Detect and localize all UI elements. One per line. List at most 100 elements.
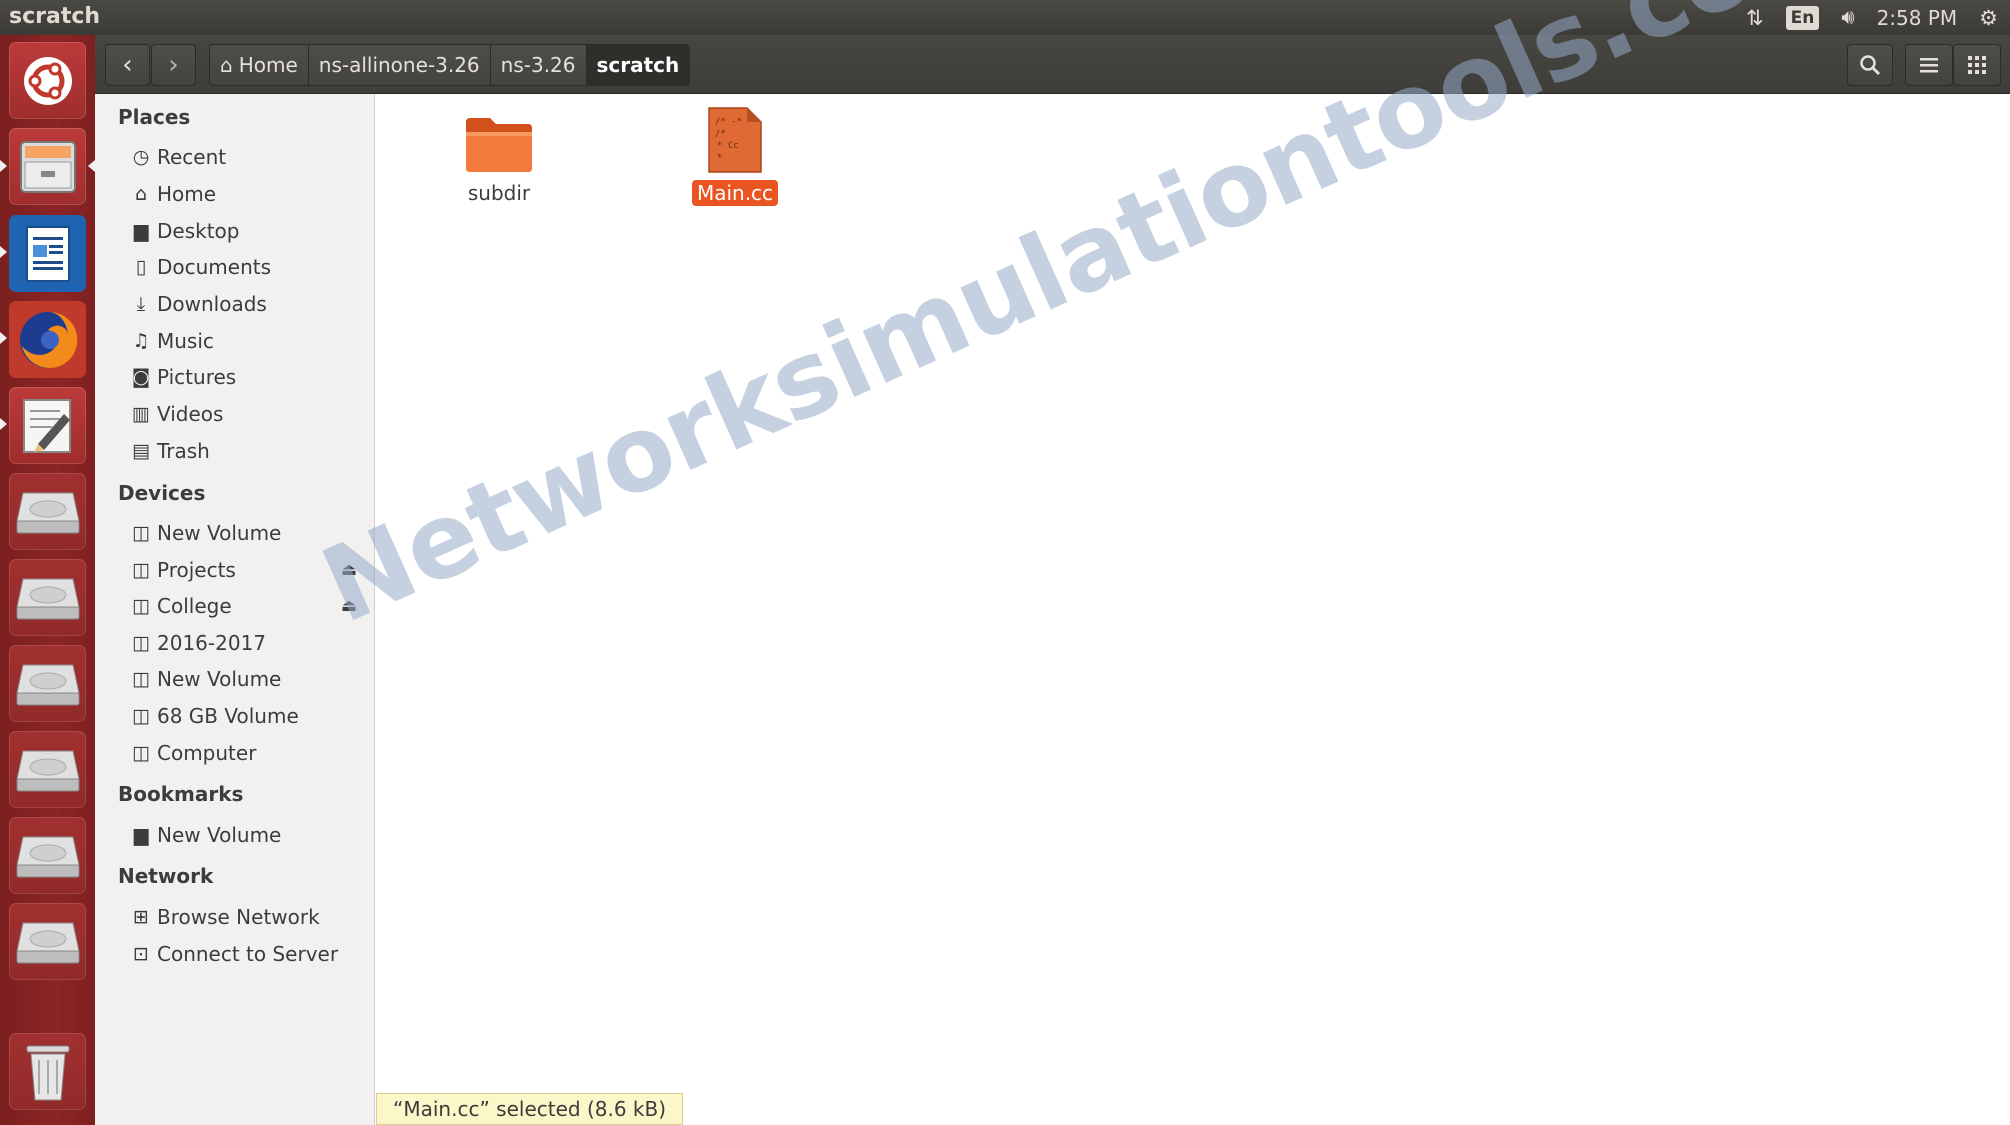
sidebar-item-label: Computer [157, 741, 257, 765]
hard-drive-icon [15, 578, 80, 619]
sidebar-item-68gb-volume[interactable]: ◫ 68 GB Volume [129, 699, 369, 733]
hard-drive-icon [15, 836, 80, 877]
launcher-files[interactable] [9, 128, 86, 205]
sidebar-item-trash[interactable]: ▤ Trash [129, 434, 369, 468]
sidebar-item-label: Desktop [157, 219, 240, 243]
breadcrumb: ⌂ Home ns-allinone-3.26 ns-3.26 scratch [209, 44, 691, 86]
back-button[interactable]: ‹ [105, 44, 150, 86]
sidebar-item-label: Pictures [157, 365, 237, 389]
sidebar-item-label: New Volume [157, 667, 282, 691]
launcher-drive-5[interactable] [9, 817, 86, 894]
sidebar-item-projects[interactable]: ◫ Projects ⏏ [129, 553, 369, 587]
file-item-main-cc[interactable]: /* -* /* * Cc * Main.cc [675, 106, 795, 206]
sidebar-item-bookmark-new-volume[interactable]: ▆ New Volume [129, 818, 369, 852]
sidebar-item-pictures[interactable]: ◙ Pictures [129, 360, 369, 394]
svg-text:/*: /* [715, 129, 726, 139]
eject-icon[interactable]: ⏏ [341, 596, 357, 616]
sidebar-item-college[interactable]: ◫ College ⏏ [129, 589, 369, 623]
ubuntu-logo-icon [23, 56, 72, 105]
launcher-drive-4[interactable] [9, 731, 86, 808]
sidebar-item-documents[interactable]: ▯ Documents [129, 250, 369, 284]
sidebar-item-2016-2017[interactable]: ◫ 2016-2017 [129, 626, 369, 660]
launcher-drive-2[interactable] [9, 559, 86, 636]
sidebar-item-label: College [157, 594, 232, 618]
file-name: Main.cc [691, 180, 779, 206]
sidebar-item-connect-to-server[interactable]: ⊡ Connect to Server [129, 937, 369, 971]
drive-icon: ◫ [132, 522, 150, 544]
sidebar-item-new-volume[interactable]: ◫ New Volume [129, 516, 369, 550]
breadcrumb-ns-3-26[interactable]: ns-3.26 [490, 45, 587, 85]
sidebar-item-browse-network[interactable]: ⊞ Browse Network [129, 900, 369, 934]
launcher-ubuntu-dash[interactable] [9, 42, 86, 119]
top-panel: scratch ⇅ En 🔊︎ 2:58 PM ⚙ [0, 0, 2010, 35]
sidebar-item-computer[interactable]: ◫ Computer [129, 736, 369, 770]
section-title-places: Places [118, 105, 191, 129]
sidebar-item-desktop[interactable]: ▆ Desktop [129, 214, 369, 248]
launcher [0, 35, 95, 1125]
clock-icon: ◷ [132, 146, 150, 168]
launcher-drive-6[interactable] [9, 903, 86, 980]
sidebar-item-downloads[interactable]: ⤓ Downloads [129, 287, 369, 321]
sidebar-item-label: New Volume [157, 521, 282, 545]
places-sidebar: Places ◷ Recent ⌂ Home ▆ Desktop ▯ Documents… [95, 94, 375, 1125]
clock[interactable]: 2:58 PM [1877, 0, 1958, 35]
settings-gear-icon[interactable]: ⚙ [1979, 0, 1998, 35]
chevron-left-icon: ‹ [122, 50, 133, 80]
sidebar-item-label: Home [157, 182, 217, 206]
document-icon: ▯ [135, 256, 147, 278]
section-title-network: Network [118, 864, 214, 888]
drive-icon: ◫ [132, 742, 150, 764]
hard-drive-icon [15, 922, 80, 963]
film-icon: ▥ [132, 403, 150, 425]
launcher-drive-1[interactable] [9, 473, 86, 550]
music-note-icon: ♫ [132, 330, 150, 352]
sidebar-item-label: 2016-2017 [157, 631, 267, 655]
svg-text:* Cc: * Cc [717, 141, 739, 151]
chevron-right-icon: › [168, 50, 179, 80]
search-icon [1860, 55, 1881, 76]
launcher-trash[interactable] [9, 1033, 86, 1110]
sidebar-item-label: Music [157, 329, 214, 353]
keyboard-lang-label: En [1785, 5, 1820, 30]
server-icon: ⊡ [133, 943, 149, 965]
svg-text:/* -*: /* -* [715, 117, 742, 127]
folder-icon: ▆ [133, 824, 149, 846]
cpp-source-file-icon: /* -* /* * Cc * [708, 107, 762, 173]
section-title-devices: Devices [118, 481, 206, 505]
breadcrumb-home[interactable]: ⌂ Home [210, 45, 309, 85]
forward-button[interactable]: › [151, 44, 196, 86]
file-view[interactable]: subdir /* -* /* * Cc * Main.cc [375, 94, 2010, 1125]
volume-icon[interactable]: 🔊︎ [1841, 0, 1854, 35]
sidebar-item-label: New Volume [157, 823, 282, 847]
search-button[interactable] [1847, 44, 1893, 86]
view-menu-button[interactable] [1905, 44, 1953, 86]
network-arrows-icon[interactable]: ⇅ [1746, 0, 1764, 35]
breadcrumb-ns-allinone[interactable]: ns-allinone-3.26 [308, 45, 491, 85]
eject-icon[interactable]: ⏏ [341, 560, 357, 580]
launcher-writer[interactable] [9, 215, 86, 292]
hard-drive-icon [15, 750, 80, 791]
sidebar-item-videos[interactable]: ▥ Videos [129, 397, 369, 431]
launcher-firefox[interactable] [9, 301, 86, 378]
sidebar-item-new-volume-2[interactable]: ◫ New Volume [129, 662, 369, 696]
camera-icon: ◙ [131, 366, 151, 388]
breadcrumb-scratch[interactable]: scratch [586, 45, 690, 85]
sidebar-item-home[interactable]: ⌂ Home [129, 177, 369, 211]
header-bar: ‹ › ⌂ Home ns-allinone-3.26 ns-3.26 scra… [95, 35, 2010, 94]
launcher-drive-3[interactable] [9, 645, 86, 722]
drive-icon: ◫ [132, 595, 150, 617]
network-icon: ⊞ [133, 906, 149, 928]
sidebar-item-recent[interactable]: ◷ Recent [129, 140, 369, 174]
sidebar-item-label: Documents [157, 255, 272, 279]
sidebar-item-label: Browse Network [157, 905, 320, 929]
svg-text:*: * [717, 153, 722, 163]
keyboard-indicator[interactable]: En [1785, 0, 1820, 35]
document-writer-icon [25, 225, 70, 282]
sidebar-item-label: Videos [157, 402, 224, 426]
grid-view-button[interactable] [1953, 44, 2001, 86]
sidebar-item-music[interactable]: ♫ Music [129, 324, 369, 358]
sidebar-item-label: Downloads [157, 292, 267, 316]
file-item-subdir[interactable]: subdir [449, 114, 549, 206]
launcher-text-editor[interactable] [9, 387, 86, 464]
drive-icon: ◫ [132, 705, 150, 727]
